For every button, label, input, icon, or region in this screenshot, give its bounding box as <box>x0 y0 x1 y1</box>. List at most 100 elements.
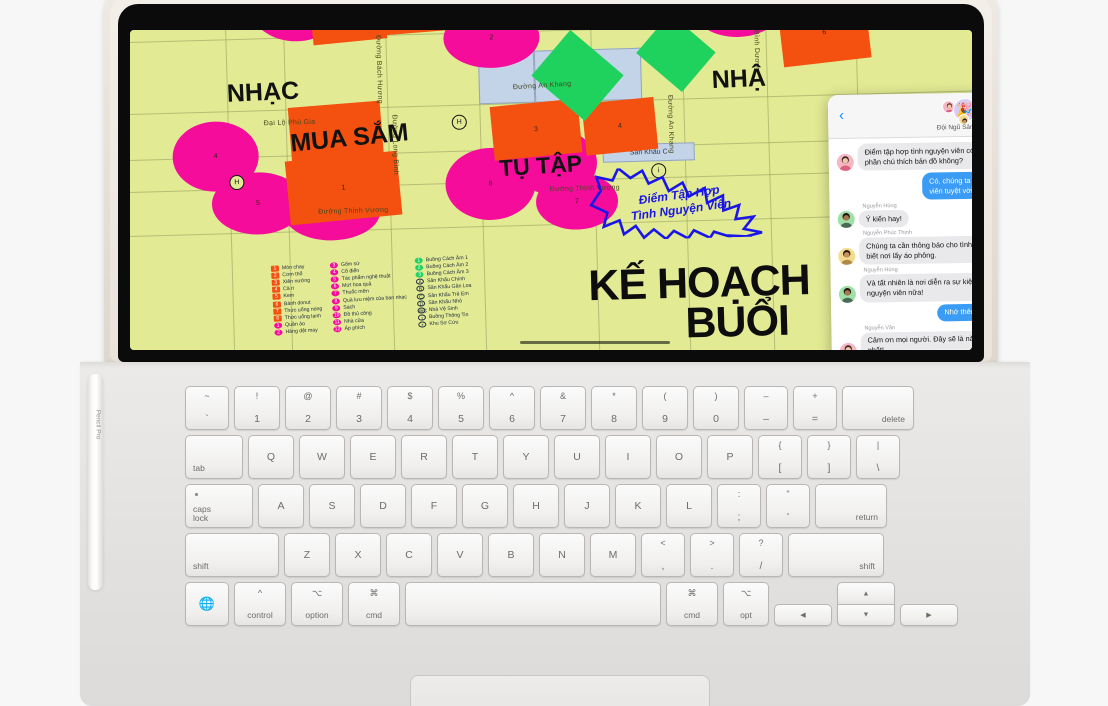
key-0[interactable]: ) 0 <box>693 386 739 430</box>
key-r[interactable]: R <box>401 435 447 479</box>
key-upper-label: : <box>737 489 741 499</box>
volunteer-meeting-point-burst[interactable]: Điểm Tập Hợp Tình Nguyện Viên <box>584 164 776 241</box>
back-chevron-icon[interactable]: ‹ <box>839 107 844 124</box>
message-row[interactable]: Ý kiến hay! <box>837 207 972 229</box>
key-1[interactable]: ! 1 <box>234 386 280 430</box>
key-return[interactable]: return <box>815 484 887 528</box>
key-x[interactable]: X <box>335 533 381 577</box>
key-shift-right[interactable]: shift <box>788 533 884 577</box>
key-lower-label: ' <box>786 511 789 523</box>
key-semicolon[interactable]: :; <box>717 484 761 528</box>
message-row[interactable]: Và tất nhiên là nơi diễn ra sự kiện tri … <box>838 271 972 303</box>
key-7[interactable]: & 7 <box>540 386 586 430</box>
key-option-right[interactable]: ⌥ opt <box>723 582 769 626</box>
key-arrow-left[interactable]: ◀ <box>774 604 832 626</box>
message-row[interactable]: Chúng ta cần thông báo cho tình nguyện v… <box>838 234 972 266</box>
key-5[interactable]: % 5 <box>438 386 484 430</box>
key-comma[interactable]: <, <box>641 533 685 577</box>
key-quote[interactable]: " ' <box>766 484 810 528</box>
key-b[interactable]: B <box>488 533 534 577</box>
key-shift-left[interactable]: shift <box>185 533 279 577</box>
key-arrow-down[interactable]: ▼ <box>837 604 895 626</box>
key-e[interactable]: E <box>350 435 396 479</box>
key-d[interactable]: D <box>360 484 406 528</box>
key-a[interactable]: A <box>258 484 304 528</box>
message-bubble: Có, chúng ta không thể quên những tình n… <box>922 170 972 200</box>
message-row[interactable]: Nhớ thêm phần này vào trong bản kế hoạch… <box>839 301 972 323</box>
key-minus[interactable]: – – <box>744 386 788 430</box>
key-command-right[interactable]: ⌘ cmd <box>666 582 718 626</box>
key-3[interactable]: #3 <box>336 386 382 430</box>
key-period[interactable]: >. <box>690 533 734 577</box>
avatar <box>837 211 855 229</box>
messages-window[interactable]: ••• ‹ 🎉 Đội Ngũ Sản Xuất › <box>827 90 972 350</box>
key-h[interactable]: H <box>513 484 559 528</box>
key-o[interactable]: O <box>656 435 702 479</box>
map-street-label: Đường Bách Hương <box>374 34 384 104</box>
group-avatars[interactable]: 🎉 <box>936 97 972 126</box>
key-control[interactable]: ^ control <box>234 582 286 626</box>
map-food-block[interactable]: 6 <box>777 30 872 68</box>
key-delete[interactable]: delete <box>842 386 914 430</box>
key-option-left[interactable]: ⌥ option <box>291 582 343 626</box>
key-l[interactable]: L <box>666 484 712 528</box>
key-f[interactable]: F <box>411 484 457 528</box>
key-label: shift <box>859 561 875 571</box>
key-i[interactable]: I <box>605 435 651 479</box>
key-m[interactable]: M <box>590 533 636 577</box>
message-row[interactable]: Cảm ơn mọi người. Đây sẽ là năm tuyệt vờ… <box>839 329 972 350</box>
key-bracket-left[interactable]: {[ <box>758 435 802 479</box>
key-2[interactable]: @2 <box>285 386 331 430</box>
key-backslash[interactable]: | \ <box>856 435 900 479</box>
key-y[interactable]: Y <box>503 435 549 479</box>
key-label: E <box>369 451 377 463</box>
key-j[interactable]: J <box>564 484 610 528</box>
key-u[interactable]: U <box>554 435 600 479</box>
message-row[interactable]: Điểm tập hợp tình nguyện viên có được gh… <box>836 140 972 172</box>
key-space[interactable] <box>405 582 661 626</box>
key-g[interactable]: G <box>462 484 508 528</box>
key-6[interactable]: ^ 6 <box>489 386 535 430</box>
key-upper-label: ⌘ <box>369 588 379 598</box>
key-q[interactable]: Q <box>248 435 294 479</box>
legend-label: Kem <box>283 292 295 300</box>
map-pin-restroom[interactable]: H <box>451 114 467 130</box>
apple-pencil-pro[interactable]: Pencil Pro <box>88 374 103 590</box>
globe-icon[interactable]: 🌐 <box>185 582 229 626</box>
key-s[interactable]: S <box>309 484 355 528</box>
legend-chip: 9 <box>332 304 341 312</box>
map-vendor-blob[interactable]: 5 <box>691 30 784 39</box>
key-k[interactable]: K <box>615 484 661 528</box>
key-caps-lock[interactable]: caps lock <box>185 484 253 528</box>
key-arrow-up[interactable]: ▲ <box>837 582 895 604</box>
key-equals[interactable]: + = <box>793 386 837 430</box>
key-slash[interactable]: ? / <box>739 533 783 577</box>
key-bracket-right[interactable]: }] <box>807 435 851 479</box>
key-t[interactable]: T <box>452 435 498 479</box>
key-4[interactable]: $4 <box>387 386 433 430</box>
key-command-left[interactable]: ⌘ cmd <box>348 582 400 626</box>
magic-keyboard[interactable]: ~ ` ! 1 @2 #3 $4 % 5 ^ 6 & 7 * 8 (9 ) 0 – – + = d… <box>80 362 1030 706</box>
map-legend[interactable]: 1 Món chay 2 Cơm thố 3 Xiên nướng 4 Cà ri 5K… <box>270 254 474 337</box>
key-8[interactable]: * 8 <box>591 386 637 430</box>
key-tab[interactable]: tab <box>185 435 243 479</box>
trackpad[interactable] <box>410 675 710 706</box>
legend-item[interactable]: 2 Hàng dệt may <box>274 327 323 337</box>
ipad-screen[interactable]: Sân Khấu A Sân Khấu C 2 5 4 5 6 8 9 7 2 … <box>130 30 972 350</box>
key-label: J <box>584 500 590 512</box>
key-z[interactable]: Z <box>284 533 330 577</box>
message-row[interactable]: Có, chúng ta không thể quên những tình n… <box>837 170 972 201</box>
key-p[interactable]: P <box>707 435 753 479</box>
key-9[interactable]: (9 <box>642 386 688 430</box>
key-n[interactable]: N <box>539 533 585 577</box>
key-arrow-right[interactable]: ▶ <box>900 604 958 626</box>
key-tilde[interactable]: ~ ` <box>185 386 229 430</box>
key-c[interactable]: C <box>386 533 432 577</box>
message-thread[interactable]: Điểm tập hợp tình nguyện viên có được gh… <box>828 134 972 350</box>
home-indicator[interactable] <box>520 341 670 344</box>
key-v[interactable]: V <box>437 533 483 577</box>
key-label: L <box>686 500 692 512</box>
key-w[interactable]: W <box>299 435 345 479</box>
conversation-title[interactable]: Đội Ngũ Sản Xuất › <box>937 124 972 132</box>
map-quiet-block[interactable] <box>636 30 716 92</box>
